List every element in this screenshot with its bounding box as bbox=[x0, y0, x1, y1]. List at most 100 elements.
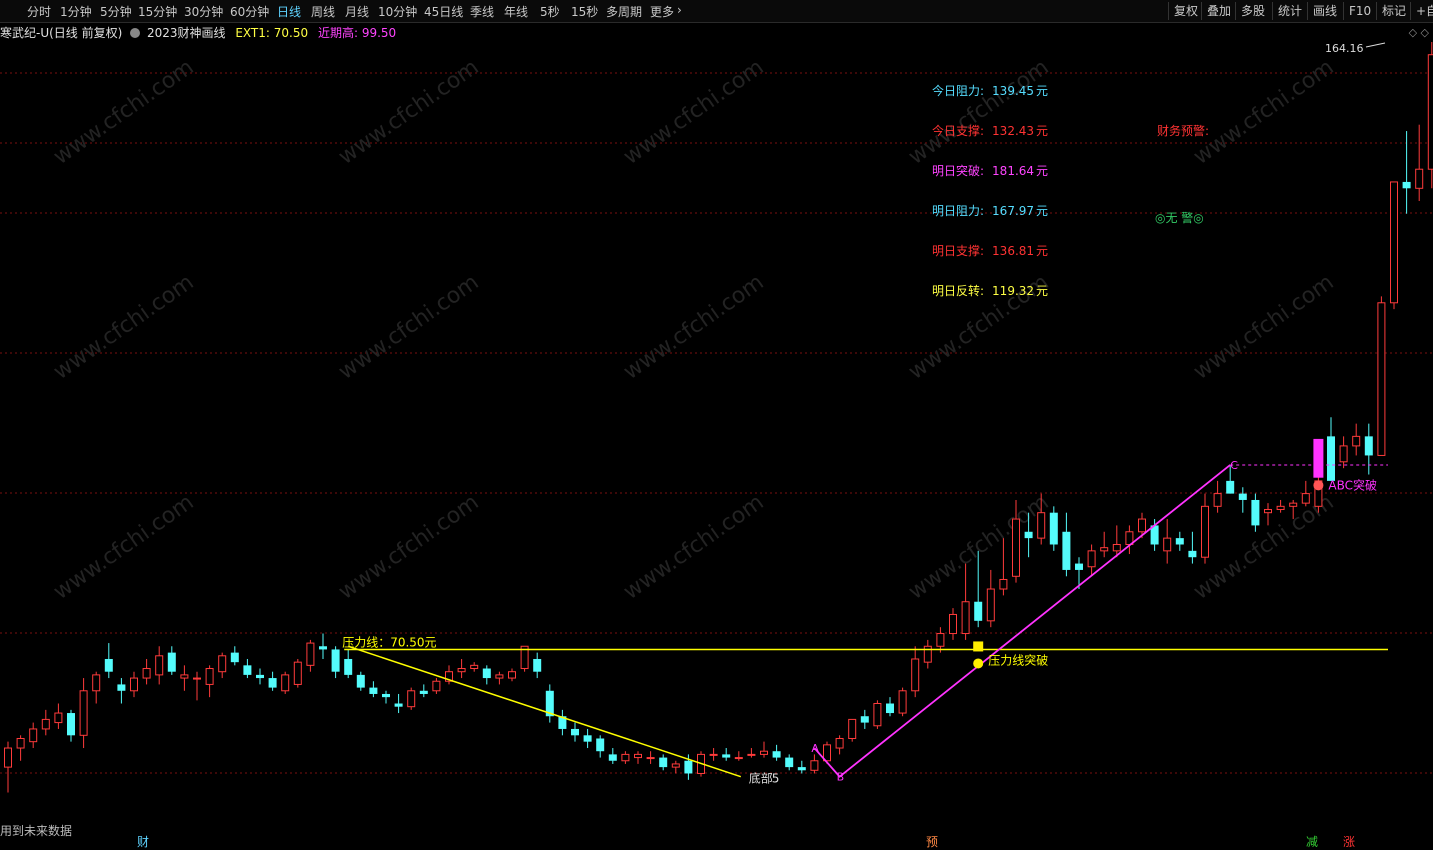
candle-body bbox=[899, 691, 906, 713]
candle-body bbox=[672, 764, 679, 767]
footer-mark-2[interactable]: 减 bbox=[1306, 833, 1318, 850]
toolbar-button-2[interactable]: 多股 bbox=[1235, 2, 1265, 20]
period-tab-0[interactable]: 分时 bbox=[27, 3, 51, 20]
candle-body bbox=[256, 675, 264, 678]
toolbar-button-4[interactable]: 画线 bbox=[1307, 2, 1337, 20]
toolbar-button-0[interactable]: 复权 bbox=[1168, 2, 1198, 20]
period-tab-9[interactable]: 10分钟 bbox=[378, 3, 417, 20]
footer-mark-1[interactable]: 预 bbox=[926, 833, 938, 850]
candle-body bbox=[684, 761, 692, 774]
candle-body bbox=[1226, 481, 1234, 494]
toolbar-button-6[interactable]: 标记 bbox=[1376, 2, 1406, 20]
candle-body bbox=[1302, 494, 1309, 504]
candle bbox=[1416, 125, 1423, 201]
period-tab-1[interactable]: 1分钟 bbox=[60, 3, 92, 20]
candle-body bbox=[1139, 519, 1146, 532]
high-price-label: 164.16 bbox=[1325, 42, 1364, 55]
point-c-label: C bbox=[1230, 459, 1238, 472]
candle bbox=[1062, 513, 1070, 577]
period-tab-2[interactable]: 5分钟 bbox=[100, 3, 132, 20]
candle bbox=[1265, 503, 1272, 525]
candle bbox=[1353, 424, 1360, 456]
candle bbox=[899, 688, 906, 717]
candle-body bbox=[773, 751, 781, 757]
candle bbox=[357, 672, 365, 691]
period-tab-10[interactable]: 45日线 bbox=[424, 3, 463, 20]
candle-body bbox=[1378, 303, 1385, 456]
period-tab-14[interactable]: 15秒 bbox=[571, 3, 598, 20]
period-tab-13[interactable]: 5秒 bbox=[540, 3, 560, 20]
footer-mark-0[interactable]: 财 bbox=[137, 833, 149, 850]
level-value: 167.97 bbox=[992, 204, 1034, 218]
near-high-value: 99.50 bbox=[362, 26, 396, 40]
candle bbox=[1214, 481, 1221, 513]
period-tab-11[interactable]: 季线 bbox=[470, 3, 494, 20]
level-value: 136.81 bbox=[992, 244, 1034, 258]
period-tab-15[interactable]: 多周期 bbox=[606, 3, 642, 20]
period-tab-4[interactable]: 30分钟 bbox=[184, 3, 223, 20]
kline-chart[interactable]: www.cfchi.com www.cfchi.com www.cfchi.com w… bbox=[0, 0, 1433, 847]
toolbar-button-3[interactable]: 统计 bbox=[1272, 2, 1302, 20]
period-tab-12[interactable]: 年线 bbox=[504, 3, 528, 20]
level-row-4: 明日支撑:136.81元 bbox=[932, 242, 1048, 259]
stock-title[interactable]: 寒武纪-U(日线 前复权) bbox=[0, 26, 122, 40]
candle-body bbox=[194, 678, 201, 679]
candle bbox=[93, 672, 100, 704]
period-tab-7[interactable]: 周线 bbox=[311, 3, 335, 20]
candle-body bbox=[912, 659, 919, 691]
candle bbox=[773, 745, 781, 761]
period-tab-5[interactable]: 60分钟 bbox=[230, 3, 269, 20]
candle-body bbox=[458, 669, 465, 672]
candle bbox=[231, 646, 239, 665]
candle bbox=[1365, 424, 1373, 475]
candle-body bbox=[395, 704, 403, 707]
level-unit: 元 bbox=[1036, 284, 1048, 298]
footer-mark-3[interactable]: 涨 bbox=[1343, 833, 1355, 850]
level-row-0: 今日阻力:139.45元 bbox=[932, 82, 1048, 99]
candle bbox=[1126, 525, 1133, 554]
chart-corner-icons[interactable]: ◇ ◇ bbox=[1409, 26, 1429, 39]
candle bbox=[17, 735, 24, 760]
candle bbox=[1378, 296, 1385, 455]
period-tab-3[interactable]: 15分钟 bbox=[138, 3, 177, 20]
period-tab-6[interactable]: 日线 bbox=[277, 3, 301, 20]
more-chevron-icon[interactable]: › bbox=[677, 3, 682, 17]
candle bbox=[672, 761, 679, 774]
candle bbox=[332, 646, 340, 678]
candle-body bbox=[181, 675, 188, 678]
level-value: 132.43 bbox=[992, 124, 1034, 138]
candle-body bbox=[659, 758, 667, 768]
candle-body bbox=[748, 754, 755, 755]
period-tab-8[interactable]: 月线 bbox=[345, 3, 369, 20]
candle-body bbox=[761, 751, 768, 754]
candle-body bbox=[811, 761, 818, 771]
candle-body bbox=[55, 713, 62, 723]
level-unit: 元 bbox=[1036, 124, 1048, 138]
candle-body bbox=[937, 634, 944, 647]
period-tab-16[interactable]: 更多 bbox=[650, 3, 674, 20]
candle bbox=[1251, 494, 1259, 532]
watermark-text: www.cfchi.com bbox=[334, 270, 483, 385]
indicator-name[interactable]: 2023财神画线 bbox=[147, 26, 226, 40]
candle bbox=[294, 659, 301, 688]
candle bbox=[647, 751, 654, 764]
watermark-text: www.cfchi.com bbox=[619, 270, 768, 385]
toolbar-button-7[interactable]: +自 bbox=[1410, 2, 1433, 20]
watermark-text: www.cfchi.com bbox=[904, 490, 1053, 605]
high-price-pointer bbox=[1366, 43, 1385, 47]
candle-body bbox=[571, 729, 579, 735]
candle bbox=[30, 723, 37, 748]
toolbar-button-5[interactable]: F10 bbox=[1343, 2, 1371, 20]
watermark-text: www.cfchi.com bbox=[1189, 270, 1338, 385]
candle bbox=[785, 754, 793, 770]
candle bbox=[307, 640, 314, 672]
level-label: 明日阻力: bbox=[932, 204, 984, 218]
candle bbox=[659, 754, 667, 770]
info-toggle-icon[interactable] bbox=[130, 28, 140, 38]
candle bbox=[1302, 481, 1309, 506]
candle-body bbox=[433, 681, 440, 691]
toolbar-button-1[interactable]: 叠加 bbox=[1201, 2, 1231, 20]
candle-body bbox=[30, 729, 37, 742]
candle-body bbox=[584, 735, 592, 741]
candle-body bbox=[1202, 506, 1209, 557]
